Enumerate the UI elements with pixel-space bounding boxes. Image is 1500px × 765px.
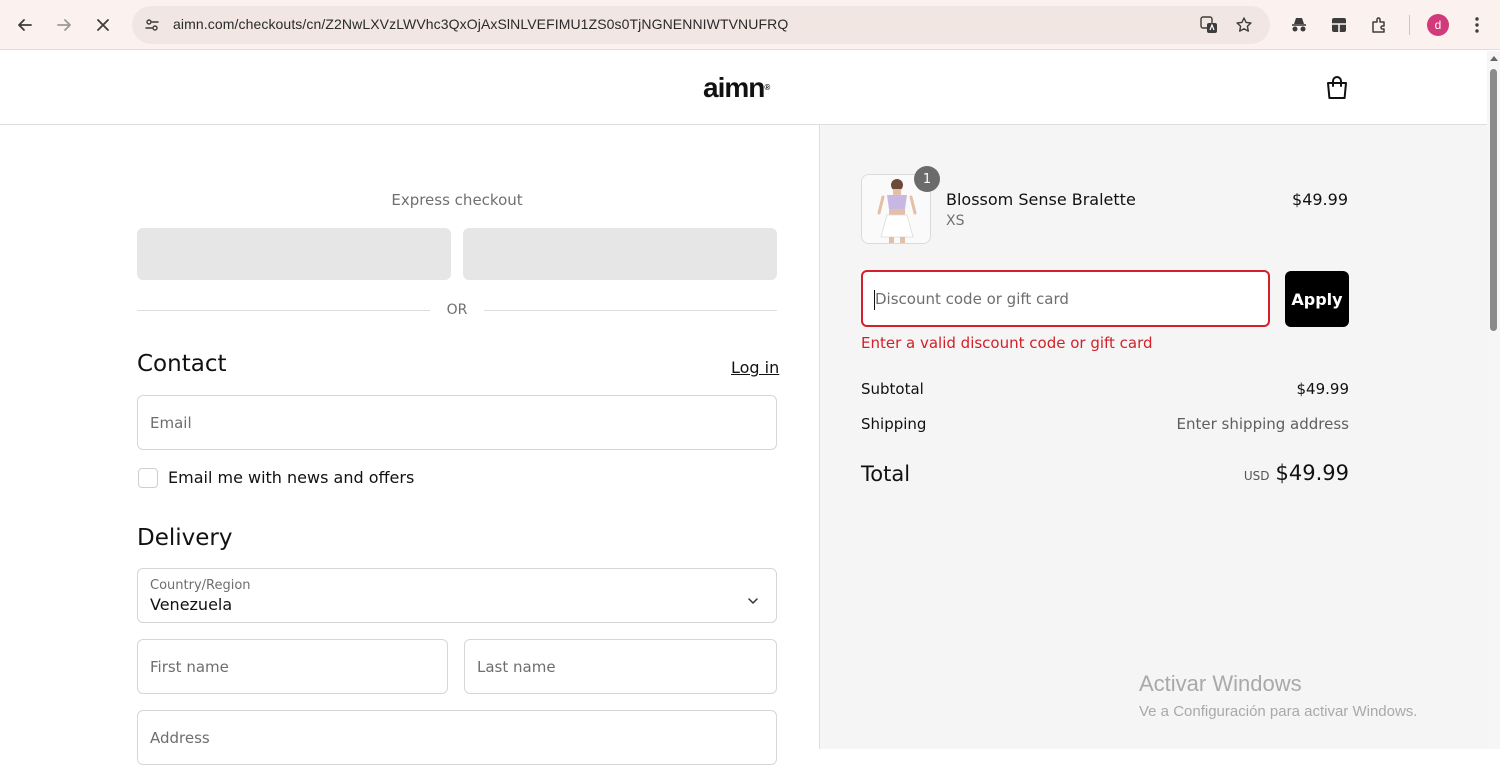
login-link[interactable]: Log in	[731, 358, 779, 377]
newsletter-label[interactable]: Email me with news and offers	[168, 468, 414, 487]
site-info-icon[interactable]	[140, 13, 164, 37]
profile-avatar[interactable]: d	[1427, 14, 1449, 36]
stop-loading-icon[interactable]	[87, 9, 119, 41]
chevron-down-icon	[748, 591, 758, 604]
shipping-value: Enter shipping address	[1176, 415, 1349, 433]
product-variant: XS	[946, 213, 965, 229]
or-divider-label: OR	[446, 302, 468, 318]
shopping-bag-icon[interactable]	[1325, 75, 1349, 101]
first-name-placeholder: First name	[150, 658, 229, 676]
apply-discount-button[interactable]: Apply	[1285, 271, 1349, 327]
address-bar[interactable]: aimn.com/checkouts/cn/Z2NwLXVzLWVhc3QxOj…	[132, 6, 1270, 44]
product-price: $49.99	[1292, 190, 1348, 209]
bookmark-star-icon[interactable]	[1232, 13, 1256, 37]
newsletter-checkbox[interactable]	[138, 468, 158, 488]
contact-heading: Contact	[137, 351, 227, 377]
back-arrow-icon[interactable]	[9, 9, 41, 41]
watermark-subtitle: Ve a Configuración para activar Windows.	[1139, 703, 1418, 720]
express-pay-button-2[interactable]	[463, 228, 777, 280]
scrollbar-thumb[interactable]	[1490, 69, 1497, 331]
forward-arrow-icon[interactable]	[48, 9, 80, 41]
windows-activation-watermark: Activar Windows Ve a Configuración para …	[1139, 671, 1417, 720]
shipping-label: Shipping	[861, 415, 927, 433]
express-checkout-title: Express checkout	[391, 191, 523, 209]
country-value: Venezuela	[150, 595, 233, 614]
total-label: Total	[861, 462, 911, 486]
text-caret	[874, 290, 875, 310]
last-name-placeholder: Last name	[477, 658, 556, 676]
incognito-icon[interactable]	[1286, 12, 1312, 38]
discount-error-message: Enter a valid discount code or gift card	[861, 334, 1153, 352]
address-placeholder: Address	[150, 729, 210, 747]
country-label: Country/Region	[150, 578, 251, 593]
extensions-icon[interactable]	[1366, 12, 1392, 38]
page-scrollbar[interactable]	[1487, 51, 1500, 749]
country-select[interactable]: Country/Region Venezuela	[137, 568, 777, 623]
split-view-icon[interactable]	[1326, 12, 1352, 38]
email-placeholder: Email	[150, 414, 192, 432]
discount-placeholder: Discount code or gift card	[875, 290, 1069, 308]
total-amount: USD $49.99	[1100, 461, 1349, 485]
or-divider-left	[137, 310, 430, 311]
delivery-heading: Delivery	[137, 525, 233, 551]
first-name-field[interactable]: First name	[137, 639, 448, 694]
or-divider-right	[484, 310, 777, 311]
address-field[interactable]: Address	[137, 710, 777, 765]
subtotal-label: Subtotal	[861, 380, 924, 398]
more-menu-icon[interactable]	[1464, 12, 1490, 38]
total-value: $49.99	[1275, 461, 1349, 485]
site-header: aimn®	[0, 51, 1487, 125]
quantity-badge: 1	[914, 166, 940, 192]
watermark-title: Activar Windows	[1139, 671, 1302, 696]
last-name-field[interactable]: Last name	[464, 639, 777, 694]
total-currency: USD	[1243, 469, 1270, 483]
scroll-up-arrow-icon[interactable]	[1490, 56, 1498, 61]
store-logo[interactable]: aimn®	[703, 74, 770, 102]
email-field[interactable]: Email	[137, 395, 777, 450]
url-text[interactable]: aimn.com/checkouts/cn/Z2NwLXVzLWVhc3QxOj…	[173, 16, 788, 32]
translate-icon[interactable]	[1197, 13, 1221, 37]
subtotal-value: $49.99	[1296, 380, 1350, 398]
product-name: Blossom Sense Bralette	[946, 190, 1136, 209]
discount-code-input[interactable]: Discount code or gift card	[861, 270, 1270, 327]
browser-toolbar: aimn.com/checkouts/cn/Z2NwLXVzLWVhc3QxOj…	[0, 0, 1500, 50]
express-pay-button-1[interactable]	[137, 228, 451, 280]
toolbar-divider	[1409, 15, 1410, 35]
